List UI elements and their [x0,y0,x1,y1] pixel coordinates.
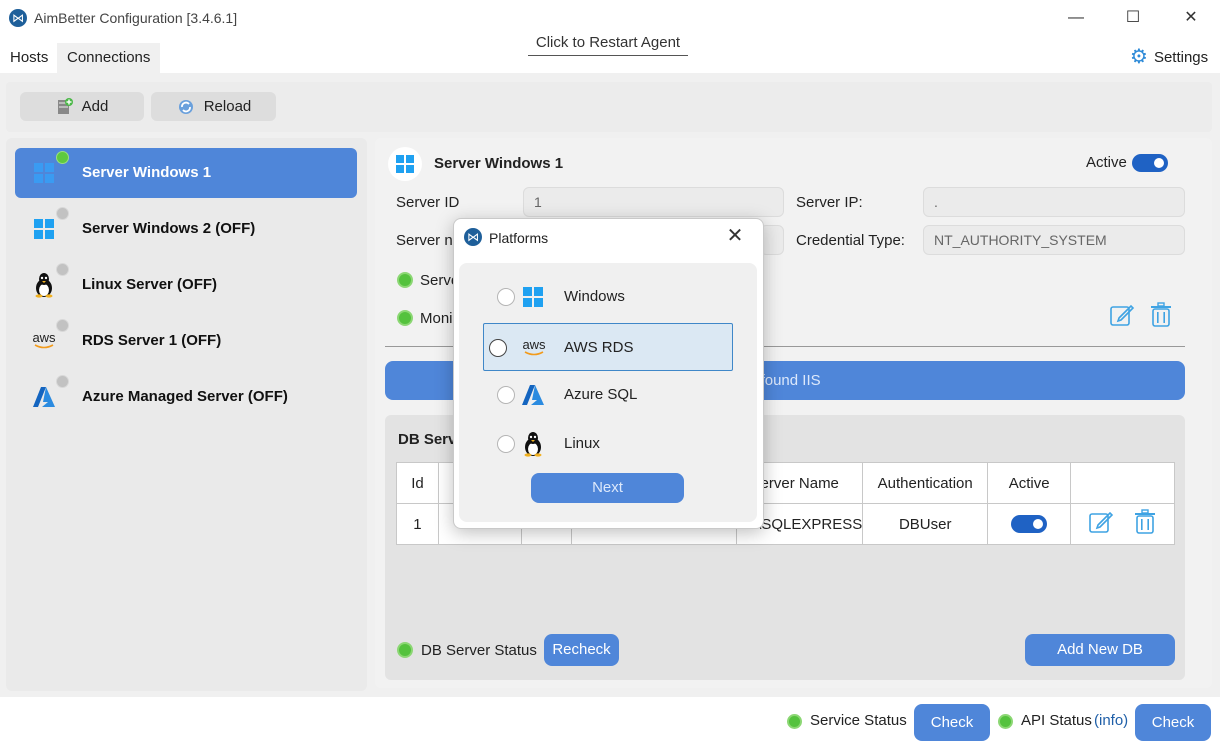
recheck-button[interactable]: Recheck [544,634,619,666]
azure-icon [519,381,547,409]
server-name-label: Server na [396,232,462,249]
credential-type-label: Credential Type: [796,232,905,249]
maximize-button[interactable]: ☐ [1119,6,1147,30]
windows-icon [388,147,422,181]
option-label: Azure SQL [564,386,638,403]
host-label: RDS Server 1 (OFF) [82,332,222,349]
tab-hosts[interactable]: Hosts [0,43,58,73]
cell-authentication: DBUser [862,503,989,545]
host-item-rds-server-1[interactable]: aws RDS Server 1 (OFF) [15,316,357,366]
reload-icon [178,99,193,114]
server-active-toggle[interactable] [1132,154,1168,172]
column-header-actions [1070,462,1175,504]
windows-icon [31,160,57,186]
column-header-active: Active [987,462,1072,504]
api-info-link[interactable]: (info) [1094,712,1128,729]
app-logo-icon: ⋈ [464,228,482,246]
server-title: Server Windows 1 [434,155,564,172]
title-bar: ⋈ AimBetter Configuration [3.4.6.1] — ☐ … [0,0,1220,38]
platform-option-linux[interactable]: Linux [483,420,733,468]
host-item-azure-managed-server[interactable]: Azure Managed Server (OFF) [15,372,357,422]
service-status-label: Service Status [810,712,907,729]
settings-label: Settings [1153,48,1209,66]
add-label: Add [81,98,109,115]
active-label: Active [1086,154,1127,171]
add-button[interactable]: Add [20,92,144,121]
service-status-dot [397,272,413,288]
minimize-button[interactable]: — [1062,6,1090,30]
db-servers-title: DB Serv [398,431,457,448]
aws-icon: aws [520,334,548,362]
db-server-status-dot [397,642,413,658]
option-label: Windows [564,288,625,305]
host-status-dot [56,263,69,276]
host-status-dot [56,375,69,388]
gear-icon: ⚙ [1130,46,1148,68]
db-server-status-label: DB Server Status [421,642,537,659]
host-label: Linux Server (OFF) [82,276,218,293]
host-item-server-windows-1[interactable]: Server Windows 1 [15,148,357,198]
monitor-status-dot [397,310,413,326]
platform-option-aws-rds[interactable]: aws AWS RDS [483,323,733,371]
monitor-label: Moni [420,310,453,327]
check-service-button[interactable]: Check [914,704,990,741]
settings-button[interactable]: ⚙ Settings [1130,45,1208,69]
tab-connections[interactable]: Connections [57,43,161,73]
host-label: Server Windows 2 (OFF) [82,220,256,237]
radio-button[interactable] [497,435,515,453]
service-status-dot [787,714,802,729]
dialog-close-button[interactable]: ✕ [724,225,746,247]
radio-button[interactable] [497,288,515,306]
windows-icon [31,216,57,242]
linux-icon [31,272,57,298]
column-header-id: Id [396,462,439,504]
linux-icon [519,430,547,458]
app-logo-icon: ⋈ [9,9,27,27]
host-label: Azure Managed Server (OFF) [82,388,288,405]
server-id-label: Server ID [396,194,460,211]
cell-actions [1070,503,1175,545]
next-button[interactable]: Next [531,473,684,503]
add-new-db-button[interactable]: Add New DB [1025,634,1175,666]
close-button[interactable]: ✕ [1177,6,1205,30]
check-api-button[interactable]: Check [1135,704,1211,741]
trash-icon[interactable] [1133,509,1157,539]
api-status-label: API Status [1021,712,1092,729]
server-id-field[interactable]: 1 [523,187,784,217]
edit-icon[interactable] [1088,509,1114,539]
option-label: Linux [564,435,600,452]
host-status-dot [56,151,69,164]
radio-button[interactable] [489,339,507,357]
add-server-icon [57,97,73,114]
host-item-linux-server[interactable]: Linux Server (OFF) [15,260,357,310]
platform-option-windows[interactable]: Windows [483,273,733,321]
column-header-authentication: Authentication [862,462,989,504]
window-title: AimBetter Configuration [3.4.6.1] [34,10,238,26]
aws-icon: aws [31,328,57,354]
server-ip-field[interactable]: . [923,187,1185,217]
option-label: AWS RDS [564,339,634,356]
server-ip-label: Server IP: [796,194,863,211]
host-item-server-windows-2[interactable]: Server Windows 2 (OFF) [15,204,357,254]
platform-option-azure-sql[interactable]: Azure SQL [483,371,733,419]
edit-icon[interactable] [1109,302,1135,328]
host-status-dot [56,319,69,332]
cell-id: 1 [396,503,439,545]
trash-icon[interactable] [1148,302,1174,328]
credential-type-field[interactable]: NT_AUTHORITY_SYSTEM [923,225,1185,255]
host-status-dot [56,207,69,220]
host-label: Server Windows 1 [82,164,212,181]
dialog-title: Platforms [489,230,549,246]
api-status-dot [998,714,1013,729]
reload-label: Reload [203,98,252,115]
restart-agent-link[interactable]: Click to Restart Agent [528,34,688,56]
reload-button[interactable]: Reload [151,92,276,121]
windows-icon [519,283,547,311]
db-active-toggle[interactable] [1011,515,1048,534]
radio-button[interactable] [497,386,515,404]
azure-icon [31,384,57,410]
cell-active [987,503,1072,545]
